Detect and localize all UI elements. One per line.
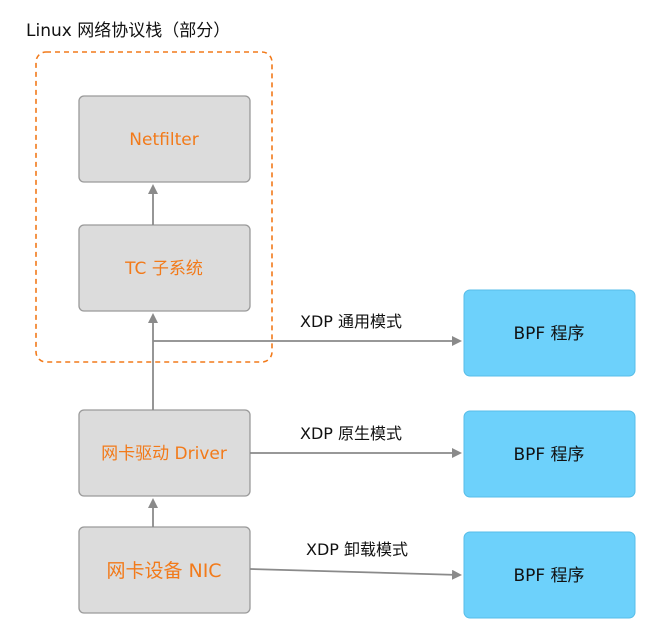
bpf-native-label: BPF 程序 (513, 445, 584, 465)
bpf-generic-label: BPF 程序 (513, 324, 584, 344)
bpf-node-generic: BPF 程序 (463, 289, 636, 377)
arrow-offload-to-bpf (249, 568, 462, 580)
driver-node: 网卡驱动 Driver (78, 409, 251, 497)
bpf-node-native: BPF 程序 (463, 410, 636, 498)
edge-label-xdp-generic: XDP 通用模式 (300, 312, 402, 331)
netfilter-node: Netfilter (78, 95, 251, 183)
nic-node: 网卡设备 NIC (78, 526, 251, 614)
tc-label: TC 子系统 (124, 259, 203, 279)
xdp-diagram: Linux 网络协议栈（部分） Netfilter TC 子系统 网卡驱动 Dr… (26, 21, 636, 619)
bpf-offload-label: BPF 程序 (513, 566, 584, 586)
driver-label: 网卡驱动 Driver (101, 444, 227, 464)
group-title: Linux 网络协议栈（部分） (26, 21, 230, 41)
tc-node: TC 子系统 (78, 224, 251, 312)
bpf-node-offload: BPF 程序 (463, 531, 636, 619)
edge-label-xdp-native: XDP 原生模式 (300, 424, 402, 443)
nic-label: 网卡设备 NIC (106, 560, 221, 582)
edge-label-xdp-offload: XDP 卸载模式 (306, 540, 408, 559)
netfilter-label: Netfilter (129, 130, 198, 150)
